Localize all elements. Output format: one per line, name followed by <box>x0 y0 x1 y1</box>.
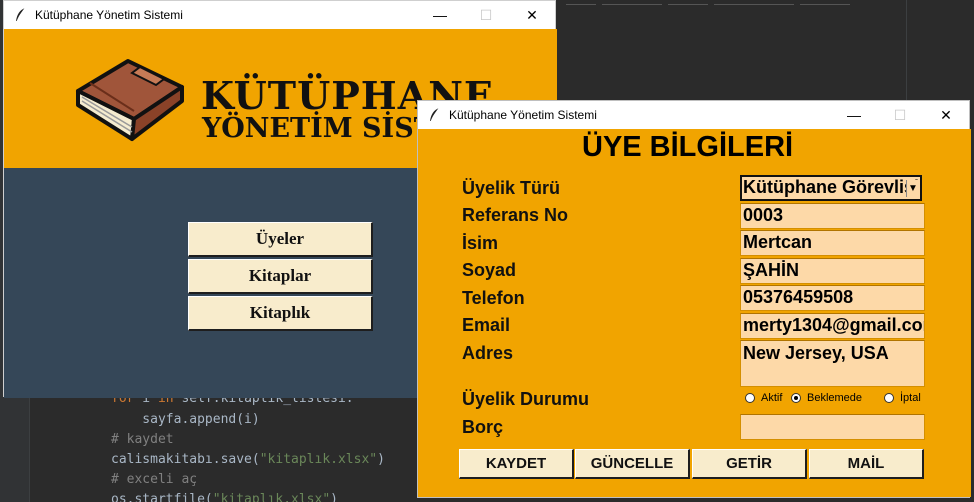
code-string: "kitaplık.xlsx" <box>212 492 331 502</box>
status-radio-cancelled[interactable]: İptal <box>884 392 921 404</box>
code-line[interactable]: sayfa.append(i) <box>111 412 259 427</box>
code-text: ) <box>377 452 385 467</box>
close-button[interactable]: ✕ <box>509 1 555 29</box>
status-radio-active[interactable]: Aktif <box>745 392 782 404</box>
code-text: os.startfile( <box>111 492 213 502</box>
member-window-titlebar[interactable]: Kütüphane Yönetim Sistemi — ☐ ✕ <box>418 101 969 129</box>
membership-type-value: Kütüphane Görevlisi <box>743 177 920 197</box>
form-heading: ÜYE BİLGİLERİ <box>582 131 794 163</box>
fetch-button[interactable]: GETİR <box>692 449 807 479</box>
minimize-button[interactable]: — <box>417 1 463 29</box>
feather-icon <box>13 7 29 23</box>
radio-label: İptal <box>900 392 921 404</box>
phone-label: Telefon <box>462 288 525 308</box>
membership-type-select[interactable]: Kütüphane Görevlisi ▼ <box>740 175 922 201</box>
maximize-button[interactable]: ☐ <box>463 1 509 29</box>
phone-field[interactable]: 05376459508 <box>740 285 925 311</box>
save-button[interactable]: KAYDET <box>459 449 574 479</box>
reference-no-label: Referans No <box>462 205 569 225</box>
mail-button[interactable]: MAİL <box>809 449 924 479</box>
maximize-button[interactable]: ☐ <box>877 101 923 129</box>
window-title: Kütüphane Yönetim Sistemi <box>35 8 183 22</box>
editor-divider <box>906 0 907 100</box>
address-label: Adres <box>462 343 514 363</box>
editor-tab-strip <box>566 0 974 10</box>
members-button[interactable]: Üyeler <box>188 222 373 257</box>
radio-button[interactable] <box>745 393 755 403</box>
debt-label: Borç <box>462 417 504 437</box>
debt-field[interactable] <box>740 414 925 440</box>
name-field[interactable]: Mertcan <box>740 230 925 256</box>
books-button[interactable]: Kitaplar <box>188 259 373 294</box>
email-label: Email <box>462 315 511 335</box>
membership-status-label: Üyelik Durumu <box>462 389 590 409</box>
name-label: İsim <box>462 233 499 253</box>
code-comment[interactable]: # exceli aç <box>111 472 197 487</box>
radio-button[interactable] <box>791 393 801 403</box>
radio-label: Aktif <box>761 392 783 404</box>
library-button[interactable]: Kitaplık <box>188 296 373 331</box>
close-button[interactable]: ✕ <box>923 101 969 129</box>
main-window-titlebar[interactable]: Kütüphane Yönetim Sistemi — ☐ ✕ <box>4 1 555 29</box>
address-field[interactable]: New Jersey, USA <box>740 340 925 387</box>
code-line[interactable]: calismakitabı.save("kitaplık.xlsx") <box>111 452 385 467</box>
radio-button[interactable] <box>884 393 894 403</box>
surname-field[interactable]: ŞAHİN <box>740 258 925 284</box>
status-radio-pending[interactable]: Beklemede <box>791 392 862 404</box>
code-text: ) <box>330 492 338 502</box>
chevron-down-icon[interactable]: ▼ <box>906 180 919 197</box>
minimize-button[interactable]: — <box>831 101 877 129</box>
membership-type-label: Üyelik Türü <box>462 178 561 198</box>
feather-icon <box>427 107 443 123</box>
book-logo-icon <box>76 59 184 141</box>
code-string: "kitaplık.xlsx" <box>259 452 378 467</box>
email-field[interactable]: merty1304@gmail.com <box>740 313 925 339</box>
surname-label: Soyad <box>462 260 517 280</box>
code-comment[interactable]: # kaydet <box>111 432 174 447</box>
reference-no-field[interactable]: 0003 <box>740 203 925 229</box>
member-info-window: Kütüphane Yönetim Sistemi — ☐ ✕ ÜYE BİLG… <box>417 100 971 498</box>
member-form: ÜYE BİLGİLERİ Üyelik Türü Kütüphane Göre… <box>418 129 971 497</box>
update-button[interactable]: GÜNCELLE <box>575 449 690 479</box>
window-title: Kütüphane Yönetim Sistemi <box>449 108 597 122</box>
code-line[interactable]: os.startfile("kitaplık.xlsx") <box>111 492 338 502</box>
code-text: calismakitabı.save( <box>111 452 260 467</box>
radio-label: Beklemede <box>807 392 863 404</box>
